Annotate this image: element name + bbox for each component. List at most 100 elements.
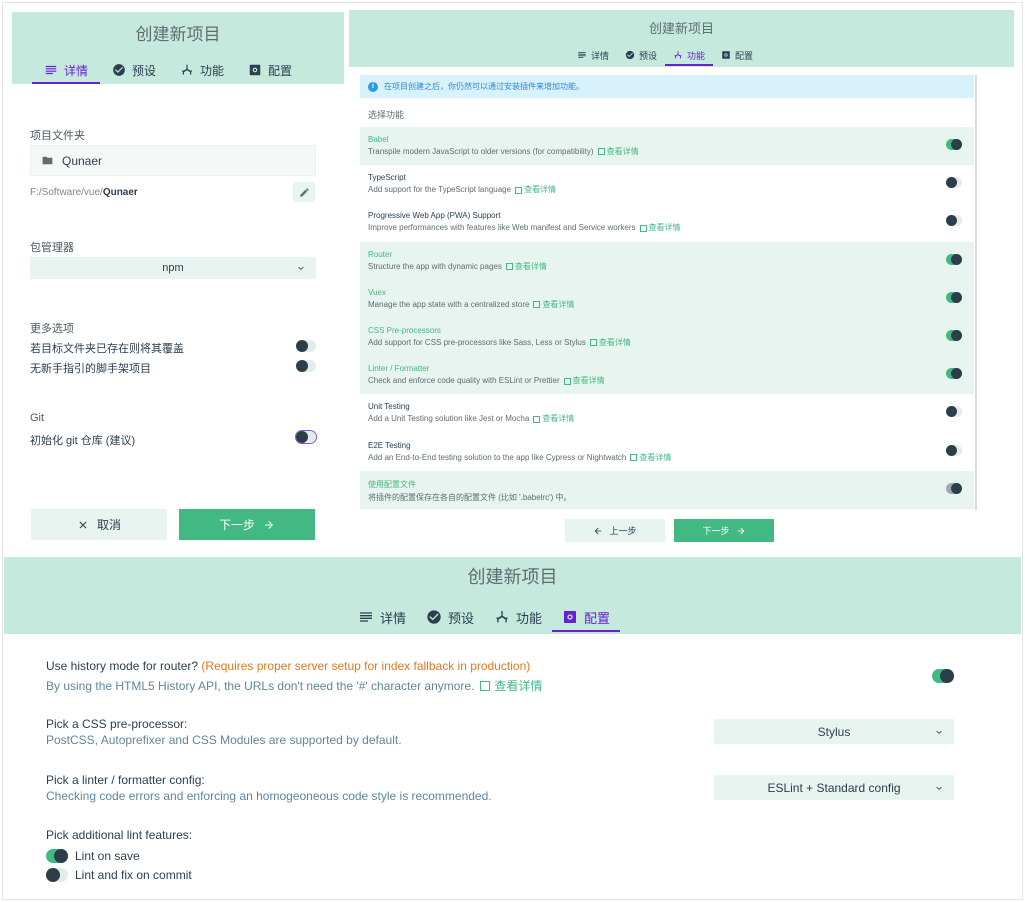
external-link-icon (639, 224, 647, 232)
more-options-label: 更多选项 (30, 323, 74, 335)
scrollbar[interactable] (975, 75, 977, 510)
edit-path-button[interactable] (293, 182, 315, 202)
lint-on-commit-toggle[interactable] (46, 868, 68, 882)
feature-toggle[interactable] (946, 329, 962, 341)
feature-item[interactable]: Linter / Formatter Check and enforce code… (360, 356, 974, 395)
feature-toggle[interactable] (946, 177, 962, 189)
feature-item[interactable]: TypeScript Add support for the TypeScript… (360, 165, 974, 203)
option-overwrite-label: 若目标文件夹已存在则将其覆盖 (30, 343, 184, 355)
lint-on-save-toggle[interactable] (46, 849, 68, 863)
feature-more-link[interactable]: 查看详情 (542, 300, 574, 309)
history-mode-toggle[interactable] (932, 669, 954, 683)
feature-toggle[interactable] (946, 253, 962, 265)
tab-presets[interactable]: 预设 (100, 58, 168, 82)
feature-description: Manage the app state with a centralized … (368, 299, 575, 309)
linter-config-select[interactable]: ESLint + Standard config (714, 775, 954, 800)
pkg-manager-select[interactable]: npm (30, 257, 316, 279)
feature-more-link[interactable]: 查看详情 (639, 453, 671, 462)
feature-more-link[interactable]: 查看详情 (515, 262, 547, 271)
css-preprocessor-question: Pick a CSS pre-processor: (46, 717, 188, 731)
tab-config[interactable]: 配置 (713, 46, 761, 64)
pkg-manager-label: 包管理器 (30, 242, 74, 254)
tree-icon (181, 64, 193, 75)
git-init-toggle[interactable] (295, 430, 317, 444)
settings-box-icon (722, 51, 730, 59)
css-preprocessor-select[interactable]: Stylus (714, 719, 954, 744)
feature-item[interactable]: Router Structure the app with dynamic pag… (360, 241, 974, 280)
config-panel: 创建新项目 详情 预设 功能 配置 Use history mode for r… (4, 557, 1021, 897)
feature-toggle[interactable] (946, 215, 962, 227)
feature-item[interactable]: Babel Transpile modern JavaScript to olde… (360, 127, 974, 166)
feature-more-link[interactable]: 查看详情 (649, 223, 681, 232)
feature-toggle[interactable] (946, 482, 962, 494)
feature-more-link[interactable]: 查看详情 (573, 376, 605, 385)
page-title: 创建新项目 (648, 21, 714, 36)
folder-input[interactable]: Qunaer (30, 145, 316, 176)
feature-name: Progressive Web App (PWA) Support (368, 211, 501, 221)
page-title: 创建新项目 (467, 567, 558, 587)
check-circle-icon (113, 64, 125, 76)
arrow-left-icon (595, 527, 602, 534)
feature-description: Structure the app with dynamic pages 查看详情 (368, 261, 547, 271)
tab-presets[interactable]: 预设 (617, 46, 665, 64)
tab-presets[interactable]: 预设 (416, 603, 484, 631)
folder-icon (42, 156, 53, 165)
external-link-icon (597, 148, 605, 156)
lint-on-commit-label: Lint and fix on commit (75, 868, 192, 882)
chevron-down-icon (934, 783, 944, 793)
prev-button[interactable]: 上一步 (565, 519, 665, 542)
feature-description: 将插件的配置保存在各自的配置文件 (比如 '.babelrc') 中。 (368, 492, 572, 502)
tab-config[interactable]: 配置 (236, 58, 304, 82)
feature-toggle[interactable] (946, 406, 962, 418)
tab-config[interactable]: 配置 (552, 603, 621, 632)
tree-icon (674, 51, 682, 59)
folder-section-label: 项目文件夹 (30, 130, 85, 142)
feature-toggle[interactable] (946, 368, 962, 380)
feature-toggle[interactable] (946, 139, 962, 150)
feature-more-link[interactable]: 查看详情 (607, 147, 639, 156)
tab-features[interactable]: 功能 (665, 46, 714, 66)
feature-more-link[interactable]: 查看详情 (542, 414, 574, 423)
list-icon (45, 65, 57, 75)
details-panel: 创建新项目 详情 预设 功能 配置 项目文件夹 Qunaer F:/Softwa… (12, 12, 344, 550)
feature-more-link[interactable]: 查看详情 (599, 338, 631, 347)
info-icon: i (368, 81, 378, 92)
check-circle-icon (427, 610, 441, 624)
select-features-label: 选择功能 (368, 110, 405, 120)
option-no-guide-label: 无新手指引的脚手架项目 (30, 363, 151, 375)
tab-features[interactable]: 功能 (484, 603, 552, 631)
linter-config-question: Pick a linter / formatter config: (46, 773, 205, 787)
tab-features[interactable]: 功能 (168, 58, 236, 82)
feature-more-link[interactable]: 查看详情 (524, 185, 556, 194)
lint-on-save-label: Lint on save (75, 849, 140, 863)
feature-item[interactable]: Unit Testing Add a Unit Testing solution … (360, 394, 974, 432)
tab-bar: 详情 预设 功能 配置 (32, 58, 304, 84)
history-warning: (Requires proper server setup for index … (201, 659, 531, 673)
feature-item[interactable]: E2E Testing Add an End-to-End testing sol… (360, 433, 974, 471)
feature-item[interactable]: Vuex Manage the app state with a centrali… (360, 279, 974, 318)
list-icon (360, 612, 372, 622)
feature-item[interactable]: 使用配置文件 将插件的配置保存在各自的配置文件 (比如 '.babelrc') 中… (360, 470, 974, 509)
feature-name: Vuex (368, 287, 386, 297)
lint-features-question: Pick additional lint features: (46, 828, 193, 842)
cancel-button[interactable]: 取消 (31, 509, 167, 540)
panel-header: 创建新项目 详情 预设 功能 配置 (4, 557, 1021, 634)
no-guide-toggle[interactable] (296, 360, 316, 372)
external-link-icon (480, 681, 491, 691)
feature-description: Add support for CSS pre-processors like … (368, 337, 631, 347)
next-button[interactable]: 下一步 (674, 519, 774, 542)
feature-item[interactable]: CSS Pre-processors Add support for CSS pr… (360, 317, 974, 357)
panel-header: 创建新项目 详情 预设 功能 配置 (12, 12, 344, 84)
feature-toggle[interactable] (946, 444, 962, 456)
history-more-link[interactable]: 查看详情 (494, 679, 542, 693)
settings-box-icon (249, 64, 261, 76)
feature-item[interactable]: Progressive Web App (PWA) Support Improve… (360, 203, 974, 241)
next-button[interactable]: 下一步 (179, 509, 315, 540)
overwrite-toggle[interactable] (296, 340, 316, 352)
feature-name: E2E Testing (368, 440, 411, 450)
feature-description: Add support for the TypeScript language 查… (368, 185, 557, 195)
tab-details[interactable]: 详情 (348, 603, 416, 631)
feature-toggle[interactable] (946, 291, 962, 303)
tab-details[interactable]: 详情 (569, 46, 617, 64)
tab-details[interactable]: 详情 (32, 58, 101, 84)
